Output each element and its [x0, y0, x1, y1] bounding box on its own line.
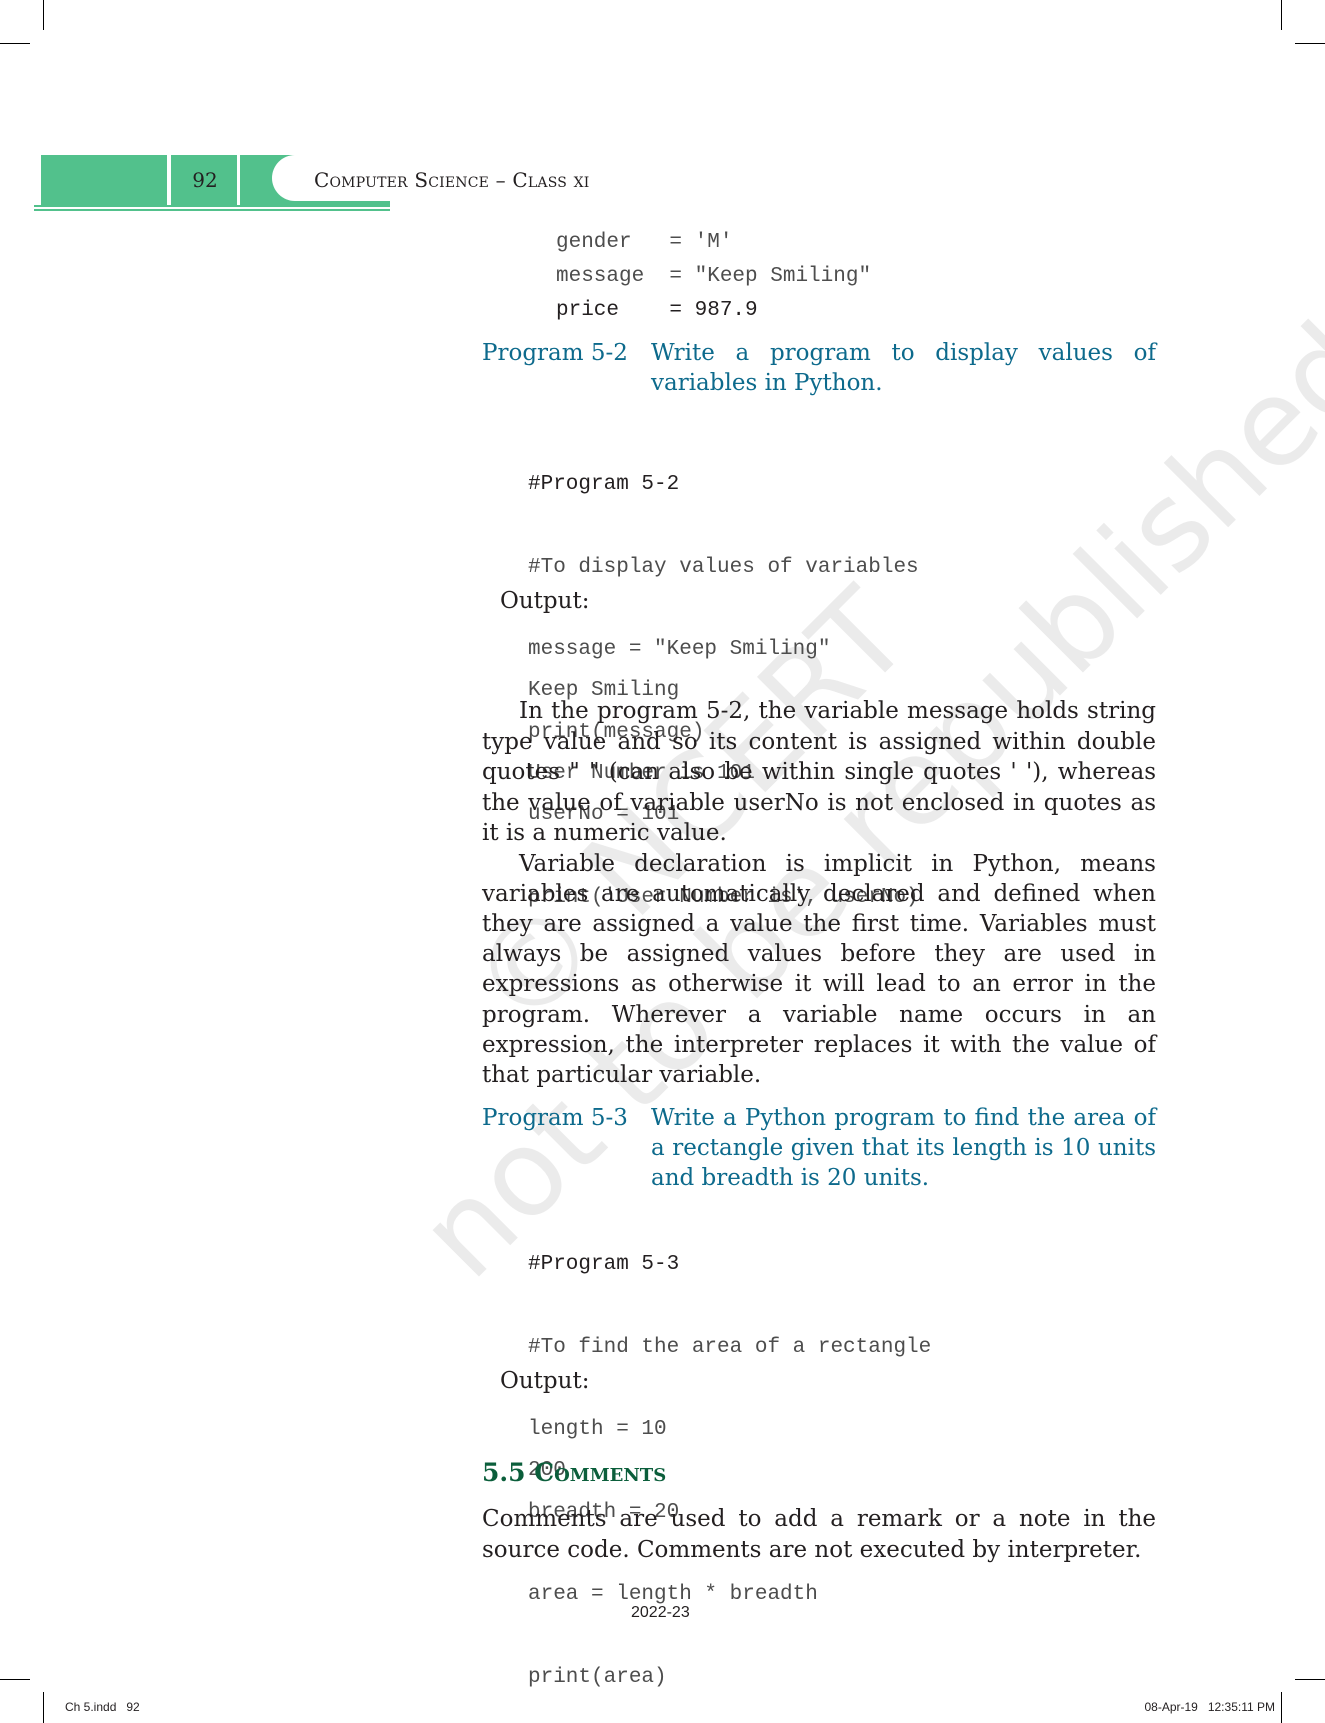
crop-mark [0, 1679, 30, 1680]
program-description: Write a program to display values of var… [651, 340, 1156, 396]
code-line: message = "Keep Smiling" [556, 265, 872, 288]
program-heading: Program 5-3 Write a Python program to fi… [482, 1103, 1156, 1193]
output-label: Output: [500, 588, 590, 614]
program-description: Write a Python program to find the area … [651, 1105, 1156, 1191]
header-rule [34, 205, 390, 207]
section-text: Comments are used to add a remark or a n… [482, 1506, 1156, 1563]
variable-examples: gender = 'M' message = "Keep Smiling" pric… [556, 226, 871, 328]
paragraph: In the program 5-2, the variable message… [482, 698, 1156, 846]
code-line: #Program 5-2 [528, 473, 680, 496]
slug-file: Ch 5.indd 92 [65, 1700, 140, 1714]
code-line: #Program 5-3 [528, 1253, 680, 1276]
crop-mark [43, 1692, 44, 1723]
code-line: #To find the area of a rectangle [528, 1335, 932, 1359]
crop-mark [1295, 43, 1325, 44]
program-heading: Program 5-2 Write a program to display v… [482, 338, 1156, 398]
output-block: 200 [528, 1402, 1202, 1512]
header-rule [34, 209, 390, 211]
crop-mark [43, 0, 44, 30]
crop-mark [1281, 1692, 1282, 1723]
program-label: Program 5-3 [482, 1105, 628, 1131]
book-title: Computer Science – Class xi [314, 168, 590, 192]
header-band-left [41, 155, 167, 205]
crop-mark [1281, 0, 1282, 30]
page-number: 92 [192, 168, 218, 192]
section-heading: 5.5 Comments [482, 1458, 667, 1487]
body-text: In the program 5-2, the variable message… [482, 696, 1156, 1090]
footer-year: 2022-23 [631, 1604, 690, 1621]
slug-timestamp: 08-Apr-19 12:35:11 PM [1144, 1700, 1275, 1714]
code-line: #To display values of variables [528, 555, 919, 579]
crop-mark [1295, 1679, 1325, 1680]
program-label: Program 5-2 [482, 340, 628, 366]
output-label: Output: [500, 1368, 590, 1394]
code-line: price = 987.9 [556, 299, 758, 322]
code-line: print(area) [528, 1665, 667, 1689]
paragraph: Variable declaration is implicit in Pyth… [482, 850, 1156, 1088]
crop-mark [0, 43, 30, 44]
code-line: area = length * breadth [528, 1583, 818, 1606]
code-line: gender = 'M' [556, 231, 733, 254]
